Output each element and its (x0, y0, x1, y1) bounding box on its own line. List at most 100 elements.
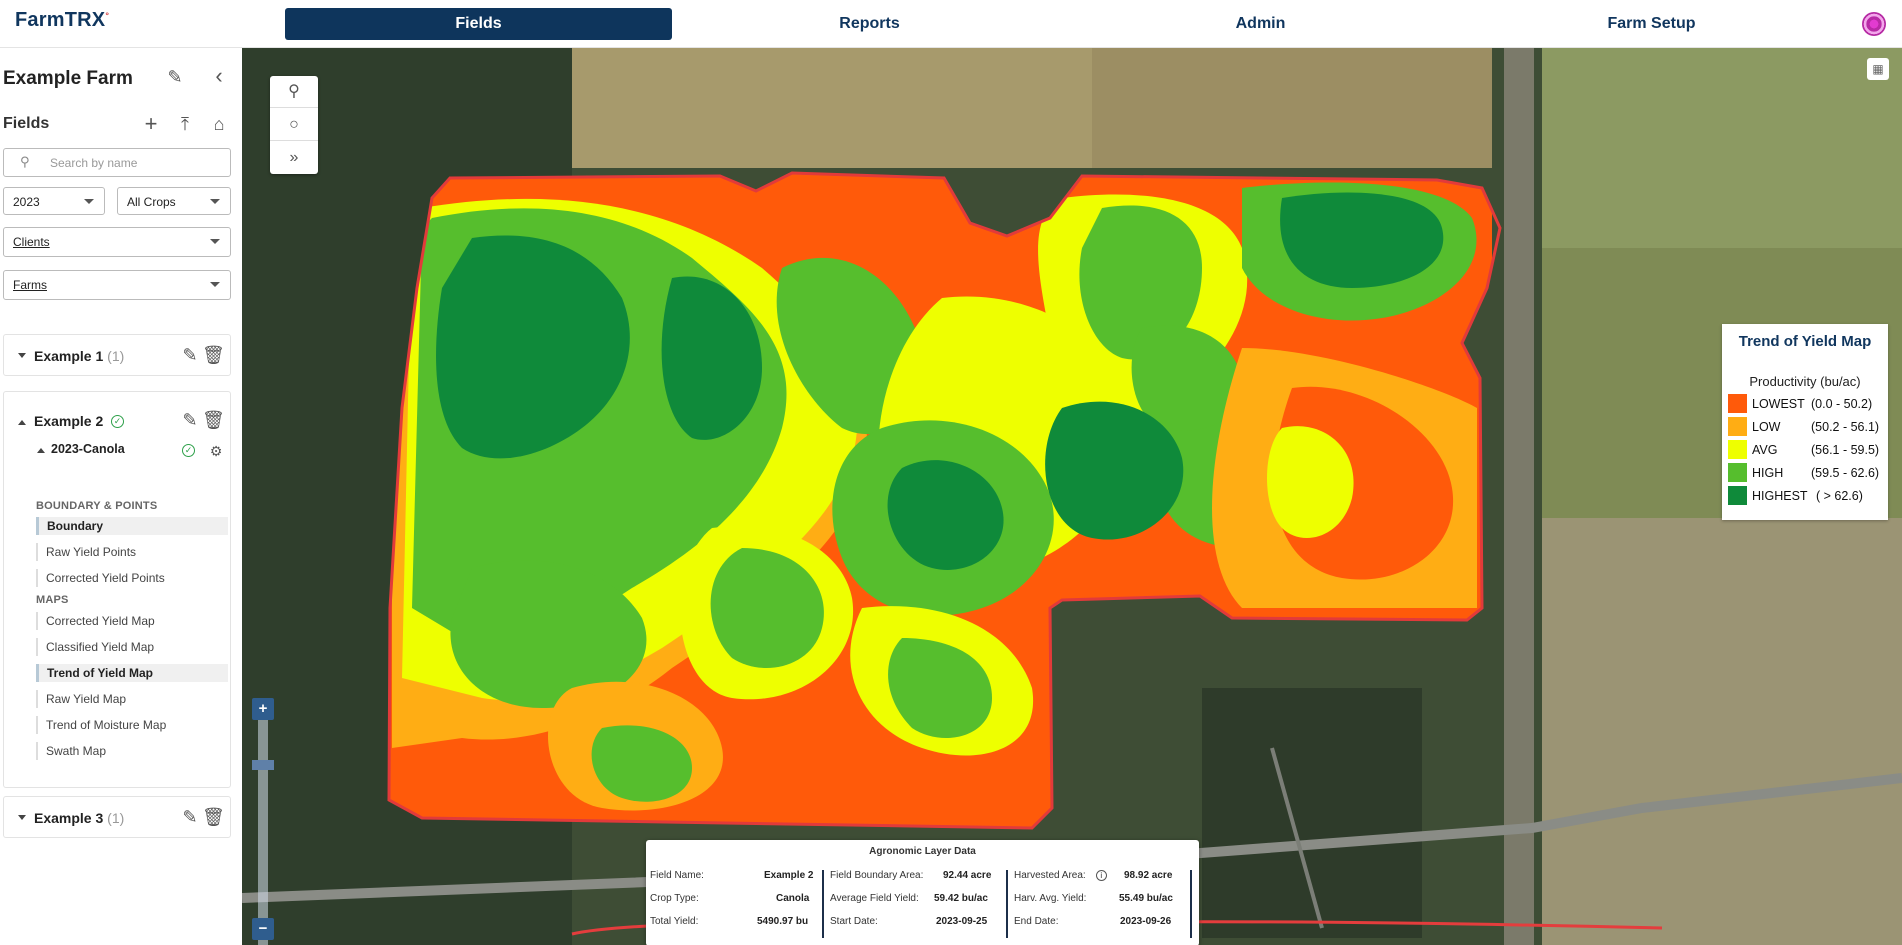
delete-icon[interactable]: 🗑 (202, 344, 225, 366)
nav-admin[interactable]: Admin (1067, 8, 1454, 40)
section-label-maps: MAPS (36, 594, 69, 606)
farmtrx-logo[interactable]: FarmTRX° (15, 9, 109, 32)
home-icon[interactable]: ⌂ (208, 113, 230, 135)
collapse-sidebar-icon[interactable]: ‹ (208, 65, 230, 87)
year-select[interactable]: 2023 (3, 187, 105, 215)
legend-range: (56.1 - 59.5) (1811, 443, 1880, 457)
farms-select[interactable]: Farms (3, 270, 231, 300)
fields-title: Fields (3, 115, 50, 132)
gear-icon[interactable]: ⚙ (205, 440, 227, 462)
field-count: (1) (107, 348, 125, 364)
field-card-example-3[interactable]: Example 3 (1) ✎ 🗑 (3, 796, 231, 838)
year-value: 2023 (13, 195, 40, 209)
field-name: Example 2 (34, 413, 104, 429)
chevron-down-icon (210, 282, 220, 287)
search-placeholder: Search by name (50, 156, 138, 170)
marker-pin-icon[interactable]: ⚲ (270, 76, 318, 108)
field-name: Example 3 (1) (34, 810, 125, 826)
layer-boundary[interactable]: Boundary (36, 517, 228, 535)
expand-icon[interactable] (18, 815, 26, 820)
field-card-example-2[interactable]: Example 2 ✓ ✎ 🗑 2023-Canola ✓ ⚙ BOUNDARY… (3, 391, 231, 788)
crop-season-label: 2023-Canola (51, 442, 125, 456)
search-input[interactable]: ⚲ Search by name (3, 148, 231, 177)
legend-swatch (1728, 486, 1747, 505)
check-circle-icon: ✓ (111, 415, 124, 428)
draw-toolbar: ⚲ ○ » (270, 76, 318, 174)
info-start-date: Start Date: 2023-09-25 (830, 916, 988, 927)
chevron-down-icon (210, 239, 220, 244)
nav-farm-setup[interactable]: Farm Setup (1458, 8, 1845, 40)
info-harvested-area: Harvested Area: i 98.92 acre (1014, 870, 1173, 881)
layer-corrected-yield-points[interactable]: Corrected Yield Points (36, 569, 228, 587)
legend-title: Trend of Yield Map (1738, 333, 1872, 350)
zoom-in-button[interactable]: + (252, 698, 274, 720)
legend-range: ( > 62.6) (1816, 489, 1863, 503)
info-column-1: Field Name: Example 2 Crop Type: Canola To… (646, 870, 824, 938)
top-bar: FarmTRX° Fields Reports Admin Farm Setup (0, 0, 1902, 48)
nav-fields[interactable]: Fields (285, 8, 672, 40)
add-field-icon[interactable]: + (140, 113, 162, 135)
map-layers-icon[interactable]: ▦ (1867, 58, 1889, 80)
field-count: (1) (107, 810, 125, 826)
edit-icon[interactable]: ✎ (179, 409, 201, 431)
info-average-yield: Average Field Yield: 59.42 bu/ac (830, 893, 988, 904)
layer-classified-yield-map[interactable]: Classified Yield Map (36, 638, 228, 656)
info-total-yield: Total Yield: 5490.97 bu (650, 916, 809, 927)
info-column-2: Field Boundary Area: 92.44 acre Average F… (826, 870, 1008, 938)
crop-value: All Crops (127, 195, 176, 209)
chevron-down-icon (210, 199, 220, 204)
legend-label: LOWEST (1752, 397, 1805, 411)
satellite-imagery (242, 48, 1902, 945)
layer-raw-yield-map[interactable]: Raw Yield Map (36, 690, 228, 708)
panel-title: Agronomic Layer Data (869, 846, 976, 857)
chevron-down-icon (84, 199, 94, 204)
legend-label: AVG (1752, 443, 1778, 457)
logo-text: FarmTRX (15, 9, 106, 31)
info-column-3: Harvested Area: i 98.92 acre Harv. Avg. Yi… (1010, 870, 1192, 938)
layer-raw-yield-points[interactable]: Raw Yield Points (36, 543, 228, 561)
legend-swatch (1728, 394, 1747, 413)
edit-icon[interactable]: ✎ (179, 344, 201, 366)
user-avatar-icon[interactable] (1862, 12, 1886, 36)
layer-trend-of-moisture-map[interactable]: Trend of Moisture Map (36, 716, 228, 734)
expand-toolbar-icon[interactable]: » (270, 142, 318, 174)
edit-icon[interactable]: ✎ (179, 806, 201, 828)
legend-swatch (1728, 440, 1747, 459)
agronomic-data-panel: Agronomic Layer Data Field Name: Example … (646, 840, 1199, 945)
info-end-date: End Date: 2023-09-26 (1014, 916, 1172, 927)
field-card-example-1[interactable]: Example 1 (1) ✎ 🗑 (3, 334, 231, 376)
delete-icon[interactable]: 🗑 (202, 409, 225, 431)
legend-range: (50.2 - 56.1) (1811, 420, 1880, 434)
legend-range: (0.0 - 50.2) (1811, 397, 1873, 411)
legend-label: HIGH (1752, 466, 1784, 480)
info-field-name: Field Name: Example 2 (650, 870, 814, 881)
layer-trend-of-yield-map[interactable]: Trend of Yield Map (36, 664, 228, 682)
zoom-slider-handle[interactable] (252, 760, 274, 770)
yield-legend: Trend of Yield Map Productivity (bu/ac) … (1722, 324, 1888, 520)
nav-reports[interactable]: Reports (676, 8, 1063, 40)
clients-select[interactable]: Clients (3, 227, 231, 257)
legend-label: HIGHEST (1752, 489, 1808, 503)
map-canvas[interactable]: ⚲ ○ » ▦ + − Trend of Yield Map Productiv… (242, 48, 1902, 945)
section-label-boundary: BOUNDARY & POINTS (36, 500, 158, 512)
edit-farm-icon[interactable]: ✎ (164, 66, 186, 88)
upload-icon[interactable]: ⤒ (174, 113, 196, 135)
crop-select[interactable]: All Crops (117, 187, 231, 215)
search-icon: ⚲ (20, 154, 30, 169)
info-boundary-area: Field Boundary Area: 92.44 acre (830, 870, 992, 881)
zoom-out-button[interactable]: − (252, 918, 274, 940)
zoom-slider-track[interactable] (258, 720, 268, 945)
info-circle-icon[interactable]: i (1095, 870, 1107, 881)
clients-value: Clients (13, 235, 50, 249)
legend-label: LOW (1752, 420, 1781, 434)
expand-icon[interactable] (18, 353, 26, 358)
layer-corrected-yield-map[interactable]: Corrected Yield Map (36, 612, 228, 630)
farms-value: Farms (13, 278, 47, 292)
collapse-crop-icon[interactable] (37, 448, 45, 453)
legend-swatch (1728, 463, 1747, 482)
layer-swath-map[interactable]: Swath Map (36, 742, 228, 760)
check-circle-icon: ✓ (182, 444, 195, 457)
collapse-icon[interactable] (18, 420, 26, 425)
circle-tool-icon[interactable]: ○ (270, 109, 318, 141)
delete-icon[interactable]: 🗑 (202, 806, 225, 828)
